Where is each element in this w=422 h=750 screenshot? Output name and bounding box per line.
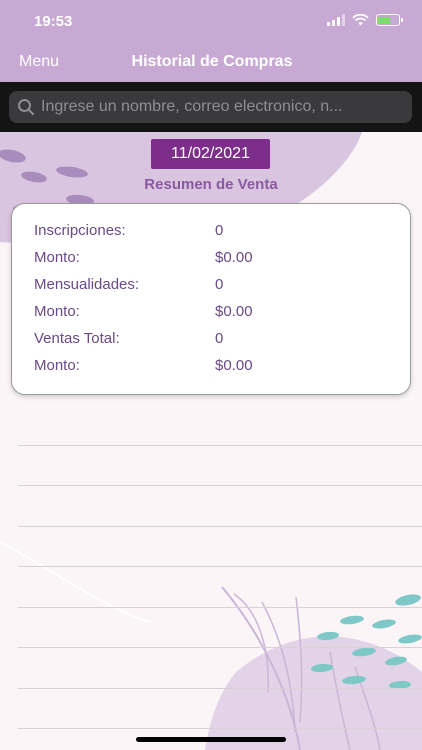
summary-value: 0 — [215, 330, 224, 347]
list-separator — [18, 647, 422, 648]
page-title: Historial de Compras — [131, 53, 293, 70]
summary-value: $0.00 — [215, 249, 253, 266]
summary-value: $0.00 — [215, 303, 253, 320]
date-selector[interactable]: 11/02/2021 — [151, 139, 270, 169]
search-field[interactable] — [9, 91, 412, 123]
search-icon — [18, 99, 34, 115]
search-input[interactable] — [41, 98, 401, 116]
search-bar — [0, 82, 422, 132]
summary-label: Ventas Total: — [34, 330, 120, 347]
wifi-icon — [352, 14, 369, 26]
summary-label: Inscripciones: — [34, 222, 126, 239]
sales-summary-card: Inscripciones: 0 Monto: $0.00 Mensualida… — [11, 203, 411, 395]
home-indicator — [136, 737, 286, 742]
summary-value: $0.00 — [215, 357, 253, 374]
summary-label: Monto: — [34, 357, 80, 374]
main-content: 11/02/2021 Resumen de Venta Inscripcione… — [0, 132, 422, 750]
list-separator — [18, 485, 422, 486]
status-time: 19:53 — [34, 13, 73, 30]
nav-bar: Menu Historial de Compras — [0, 44, 422, 82]
list-separator — [18, 526, 422, 527]
signal-icon — [327, 14, 345, 26]
summary-value: 0 — [215, 276, 224, 293]
list-separator — [18, 728, 422, 729]
battery-icon — [376, 14, 403, 26]
list-separator — [18, 607, 422, 608]
summary-label: Monto: — [34, 303, 80, 320]
list-separator — [18, 445, 422, 446]
list-separator — [18, 688, 422, 689]
summary-label: Monto: — [34, 249, 80, 266]
summary-label: Mensualidades: — [34, 276, 140, 293]
list-separator — [18, 566, 422, 567]
summary-value: 0 — [215, 222, 224, 239]
status-bar: 19:53 — [0, 0, 422, 44]
summary-title: Resumen de Venta — [144, 176, 278, 193]
status-icons — [327, 14, 403, 26]
